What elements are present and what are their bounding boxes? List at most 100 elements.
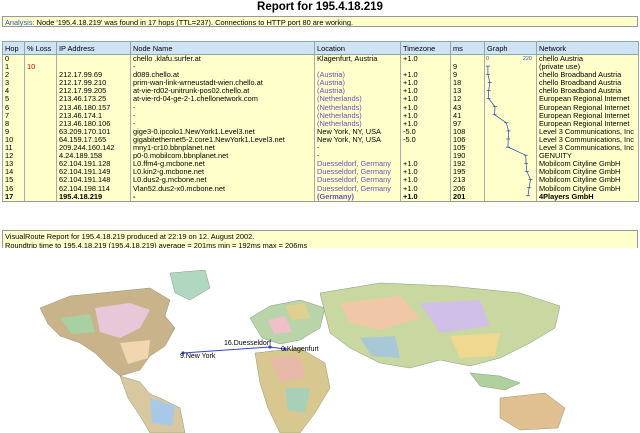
- table-row[interactable]: 9 63.209.170.101 gige3-0.ipcolo1.NewYork1.…: [2, 127, 639, 136]
- ms-cell: 97: [450, 119, 485, 128]
- table-row[interactable]: 8 213.46.180.106- (Netherlands) +1.0 97 Europ…: [2, 119, 639, 128]
- timezone-cell: +1.0: [400, 119, 451, 128]
- timezone-cell: [400, 152, 451, 161]
- loss-cell: 10: [24, 63, 57, 72]
- table-row[interactable]: 4 212.17.99.205 at-vie-rd02-unitrunk-pos02…: [2, 87, 639, 96]
- ip-cell: 213.46.180.157: [56, 103, 131, 112]
- table-row[interactable]: 2 212.17.99.69 d089.chello.at (Austria) +1.0…: [2, 71, 639, 80]
- table-row[interactable]: 7 213.46.174.1- (Netherlands) +1.0 41 Europea…: [2, 111, 639, 120]
- ms-cell: 195: [450, 168, 485, 177]
- ip-cell: 62.104.198.114: [56, 184, 131, 193]
- hop-cell: 7: [2, 111, 25, 120]
- node-name-cell: L0.kin2-g.mcbone.net: [130, 168, 315, 177]
- node-name-cell: prim-wan-link-wrneustadt-wien.chello.at: [130, 79, 315, 88]
- loss-cell: [24, 71, 57, 80]
- table-row[interactable]: 13 62.104.191.128 L0.ffm4-g.mcbone.net Dues…: [2, 160, 639, 169]
- col-header-node-name[interactable]: Node Name: [130, 41, 315, 55]
- timezone-cell: +1.0: [400, 160, 451, 169]
- node-name-cell: -: [130, 111, 315, 120]
- table-row[interactable]: 11 209.244.160.142 mny1-cr10.bbnplanet.net…: [2, 144, 639, 153]
- node-name-cell: -: [130, 63, 315, 72]
- table-row[interactable]: 1 10 - 9 (private use): [2, 63, 639, 72]
- col-header-network[interactable]: Network: [536, 41, 639, 55]
- table-row[interactable]: 0 chello .klafu.surfer.at Klagenfurt, Aust…: [2, 54, 639, 64]
- col-header-ip-address[interactable]: IP Address: [56, 41, 131, 55]
- location-cell: (Netherlands): [314, 95, 401, 104]
- network-cell: chello Broadband Austria: [536, 71, 639, 80]
- network-cell: Level 3 Communications, Inc: [536, 135, 639, 145]
- ms-cell: 206: [450, 184, 485, 193]
- table-row[interactable]: 16 62.104.198.114 Vlan52.dus2-x0.mcbone.ne…: [2, 184, 639, 193]
- col-header-ms[interactable]: ms: [450, 41, 485, 55]
- timezone-cell: +1.0: [400, 103, 451, 112]
- ip-cell: 62.104.191.149: [56, 168, 131, 177]
- node-name-cell: at-vie-rd-04-ge-2-1.chellonetwork.com: [130, 95, 315, 104]
- col-header-hop[interactable]: Hop: [2, 41, 25, 55]
- hop-cell: 3: [2, 79, 25, 88]
- ms-cell: 213: [450, 176, 485, 185]
- location-cell: (Netherlands): [314, 111, 401, 120]
- network-cell: GENUITY: [536, 152, 639, 161]
- analysis-text: Node '195.4.18.219' was found in 17 hops…: [36, 18, 353, 27]
- network-cell: Mobilcom Cityline GmbH: [536, 160, 639, 169]
- col-header-location[interactable]: Location: [314, 41, 401, 55]
- col-header-timezone[interactable]: Timezone: [400, 41, 451, 55]
- hop-cell: 13: [2, 160, 25, 169]
- col-header-graph[interactable]: Graph: [484, 41, 537, 55]
- table-row[interactable]: 14 62.104.191.149 L0.kin2-g.mcbone.net Dues…: [2, 168, 639, 177]
- table-row[interactable]: 6 213.46.180.157- (Netherlands) +1.0 43 Europ…: [2, 103, 639, 112]
- hop-cell: 17: [2, 192, 25, 202]
- map-label-klagenfurt: 0.Klagenfurt: [281, 346, 319, 353]
- loss-cell: [24, 103, 57, 112]
- ip-cell: 209.244.160.142: [56, 144, 131, 153]
- ip-cell: 195.4.18.219: [56, 192, 131, 202]
- network-cell: Level 3 Communications, Inc: [536, 144, 639, 153]
- loss-cell: [24, 152, 57, 161]
- table-row[interactable]: 12 4.24.189.158 p0-0.mobilcom.bbnplanet.ne…: [2, 152, 639, 161]
- latency-graph: 0 220: [485, 56, 533, 197]
- ms-cell: 43: [450, 103, 485, 112]
- hop-cell: 14: [2, 168, 25, 177]
- ip-cell: 213.46.174.1: [56, 111, 131, 120]
- network-cell: European Regional Internet: [536, 103, 639, 112]
- location-cell: (Austria): [314, 79, 401, 88]
- timezone-cell: +1.0: [400, 71, 451, 80]
- hop-cell: 10: [2, 135, 25, 145]
- ms-cell: [450, 54, 485, 64]
- network-cell: chello Austria: [536, 54, 639, 64]
- footer-produced-line: VisualRoute Report for 195.4.18.219 prod…: [5, 232, 255, 241]
- timezone-cell: +1.0: [400, 111, 451, 120]
- location-cell: New York, NY, USA: [314, 127, 401, 136]
- node-name-cell: mny1-cr10.bbnplanet.net: [130, 144, 315, 153]
- table-row[interactable]: 5 213.46.173.25 at-vie-rd-04-ge-2-1.chello…: [2, 95, 639, 104]
- timezone-cell: +1.0: [400, 176, 451, 185]
- location-cell: (Austria): [314, 71, 401, 80]
- node-name-cell: -: [130, 103, 315, 112]
- ms-cell: 18: [450, 79, 485, 88]
- ip-cell: 63.209.170.101: [56, 127, 131, 136]
- hop-cell: 1: [2, 63, 25, 72]
- table-row[interactable]: 17 195.4.18.219- (Germany) +1.0 201 4Players …: [2, 192, 639, 202]
- table-row[interactable]: 3 212.17.99.210 prim-wan-link-wrneustadt-w…: [2, 79, 639, 88]
- location-cell: Duesseldorf, Germany: [314, 176, 401, 185]
- col-header-loss[interactable]: % Loss: [24, 41, 57, 55]
- node-name-cell: gige3-0.ipcolo1.NewYork1.Level3.net: [130, 127, 315, 136]
- ms-cell: 9: [450, 63, 485, 72]
- world-map[interactable]: 9.New York 16.Duesseldorf 0.Klagenfurt: [0, 248, 640, 433]
- loss-cell: [24, 119, 57, 128]
- loss-cell: [24, 192, 57, 202]
- table-row[interactable]: 15 62.104.191.148 L0.dus2-g.mcbone.net Dues…: [2, 176, 639, 185]
- loss-cell: [24, 168, 57, 177]
- location-cell: New York, NY, USA: [314, 135, 401, 145]
- network-cell: Mobilcom Cityline GmbH: [536, 168, 639, 177]
- location-cell: (Netherlands): [314, 103, 401, 112]
- timezone-cell: +1.0: [400, 54, 451, 64]
- hop-cell: 8: [2, 119, 25, 128]
- hop-cell: 4: [2, 87, 25, 96]
- timezone-cell: +1.0: [400, 168, 451, 177]
- node-name-cell: p0-0.mobilcom.bbnplanet.net: [130, 152, 315, 161]
- loss-cell: [24, 95, 57, 104]
- location-cell: Duesseldorf, Germany: [314, 160, 401, 169]
- location-cell: Duesseldorf, Germany: [314, 168, 401, 177]
- table-row[interactable]: 10 64.159.17.165 gigabitethernet5-2.core1.…: [2, 135, 639, 145]
